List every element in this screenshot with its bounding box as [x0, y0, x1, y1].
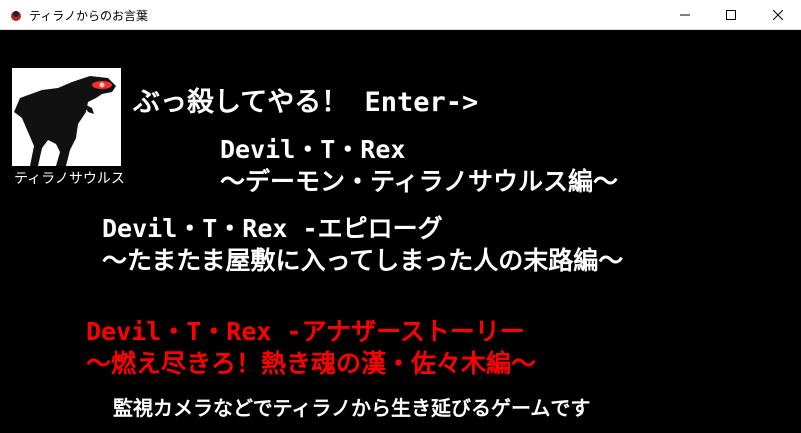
menu-item-1-subtitle[interactable]: ～デーモン・ティラノサウルス編～	[220, 162, 618, 198]
menu-item-3-title[interactable]: Devil・T・Rex -アナザーストーリー	[86, 312, 525, 348]
maximize-icon	[726, 10, 736, 20]
game-description: 監視カメラなどでティラノから生き延びるゲームです	[113, 396, 591, 420]
trex-silhouette-icon	[14, 76, 116, 166]
app-icon	[11, 11, 21, 21]
maximize-button[interactable]	[708, 0, 754, 30]
window-titlebar: ティラノからのお言葉	[0, 0, 801, 30]
window-title: ティラノからのお言葉	[29, 9, 149, 23]
trex-portrait	[12, 68, 121, 166]
portrait-label: ティラノサウルス	[14, 171, 125, 187]
close-icon	[773, 10, 783, 20]
menu-item-3-subtitle[interactable]: ～燃え尽きろ！熱き魂の漢・佐々木編～	[86, 344, 536, 380]
minimize-icon	[680, 14, 690, 16]
minimize-button[interactable]	[662, 0, 708, 30]
close-button[interactable]	[755, 0, 801, 30]
menu-item-1-title[interactable]: Devil・T・Rex	[220, 130, 405, 166]
attack-prompt: ぶっ殺してやる！ Enter->	[133, 87, 479, 118]
menu-item-2-title[interactable]: Devil・T・Rex -エピローグ	[102, 209, 443, 245]
menu-item-2-subtitle[interactable]: ～たまたま屋敷に入ってしまった人の末路編～	[102, 241, 623, 277]
